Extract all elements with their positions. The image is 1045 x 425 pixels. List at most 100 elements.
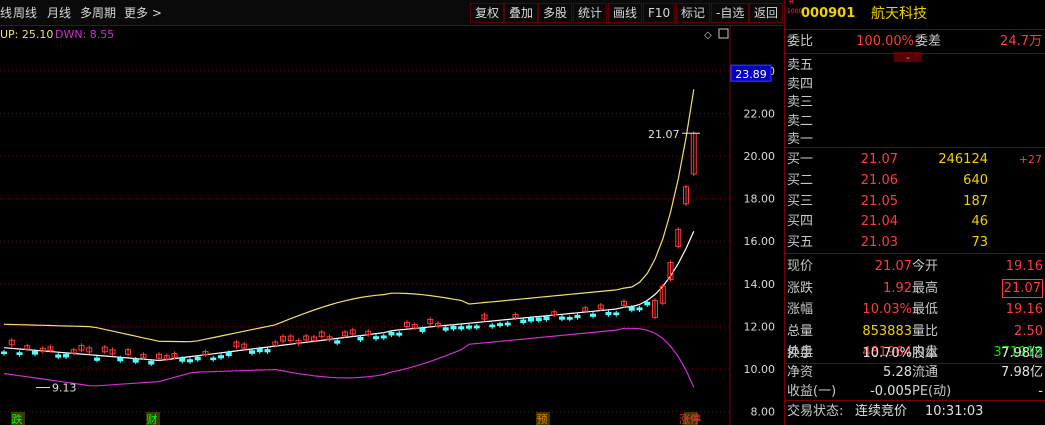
candle-body[interactable]	[179, 357, 186, 362]
candle-body[interactable]	[644, 301, 651, 306]
candle-body[interactable]	[574, 314, 581, 319]
buy-level-row[interactable]: 买四 21.04 46	[785, 211, 1045, 232]
restore-rights-button[interactable]: 复权	[470, 3, 505, 23]
buy-level-label: 买二	[787, 172, 814, 188]
candle-body[interactable]	[458, 326, 465, 330]
more-menu-button[interactable]: 更多 >	[124, 4, 162, 22]
candle-body[interactable]	[32, 350, 38, 355]
candle-body[interactable]	[613, 312, 620, 316]
candle-body[interactable]	[334, 340, 341, 344]
stat-value: 21.07	[874, 259, 912, 274]
candle-body[interactable]	[187, 359, 193, 363]
candle-body[interactable]	[450, 325, 457, 330]
mid-band-line	[3, 230, 695, 362]
candle-body[interactable]	[380, 335, 387, 339]
candle-body[interactable]	[249, 350, 255, 354]
candle-body[interactable]	[357, 336, 364, 341]
tab-multi-period[interactable]: 多周期	[80, 4, 116, 22]
draw-line-button[interactable]: 画线	[608, 3, 643, 23]
candle-body[interactable]	[210, 357, 217, 361]
candle-body[interactable]	[373, 336, 379, 340]
window-icon[interactable]	[718, 28, 729, 39]
candle-body[interactable]	[388, 331, 395, 336]
buy-level-row[interactable]: 买三 21.05 187	[785, 191, 1045, 212]
sell-level-row[interactable]: 卖二	[785, 112, 1045, 131]
stat-value: 19.16	[1005, 259, 1043, 274]
multi-stock-button[interactable]: 多股	[538, 3, 573, 23]
mark-button[interactable]: 标记	[676, 3, 711, 23]
stock-name[interactable]: 航天科技	[871, 2, 927, 26]
badge-1000: 1000	[787, 8, 803, 15]
candle-body[interactable]	[605, 311, 612, 316]
stat-label: 今开	[912, 259, 939, 274]
weibi-value: 100.00%	[856, 34, 914, 49]
quote-panel: R 1000 000901 航天科技 委比 100.00% 委差 24.7万 ⌄…	[784, 0, 1045, 425]
buy-level-label: 买五	[787, 235, 814, 251]
candle-body[interactable]	[566, 317, 573, 320]
stock-header: R 1000 000901 航天科技	[785, 0, 1045, 26]
tab-day-line[interactable]: 线	[0, 4, 12, 22]
y-tick-label: 12.00	[744, 320, 776, 333]
tab-week-line[interactable]: 周线	[13, 4, 37, 22]
y-tick-label: 18.00	[744, 193, 776, 206]
stat-label: 流通	[912, 365, 939, 380]
remove-watchlist-button[interactable]: -自选	[711, 3, 750, 23]
back-button[interactable]: 返回	[749, 3, 784, 23]
stats2-row: 净资 5.28 流通 7.98亿	[785, 362, 1045, 383]
candle-body[interactable]	[590, 313, 596, 317]
candle-body[interactable]	[396, 332, 403, 336]
tab-month-line[interactable]: 月线	[47, 4, 71, 22]
f10-button[interactable]: F10	[643, 3, 676, 23]
stat-label: 涨跌	[787, 280, 814, 296]
candle-body[interactable]	[256, 348, 263, 353]
kline-chart[interactable]: UP: 25.10 DWN: 8.55 24.0022.0020.0018.00…	[0, 26, 783, 425]
buy-level-label: 买一	[787, 152, 814, 167]
candle-body[interactable]	[535, 317, 542, 322]
stat-label: 量比	[912, 323, 939, 339]
candle-body[interactable]	[559, 316, 565, 320]
candle-body[interactable]	[442, 327, 449, 331]
buy-level-row[interactable]: 买五 21.03 73	[785, 232, 1045, 253]
trade-status-time: 10:31:03	[925, 404, 984, 419]
candle-body[interactable]	[218, 355, 224, 359]
buy-level-price: 21.03	[860, 235, 898, 251]
candle-body[interactable]	[636, 307, 643, 311]
candle-body[interactable]	[55, 354, 62, 358]
candle-body[interactable]	[117, 357, 124, 362]
buy-level-row[interactable]: 买二 21.06 640	[785, 170, 1045, 191]
candle-body[interactable]	[225, 352, 232, 356]
candle-body[interactable]	[419, 327, 426, 332]
candle-body[interactable]	[194, 356, 201, 361]
stock-code: 000901	[801, 6, 856, 21]
sell-level-row[interactable]: 卖三	[785, 93, 1045, 112]
diamond-icon[interactable]: ◇	[704, 30, 712, 41]
candle-body[interactable]	[497, 323, 503, 327]
buy-level-row[interactable]: 买一 21.07 246124 +27	[785, 149, 1045, 170]
candle-body[interactable]	[489, 324, 496, 328]
candle-body[interactable]	[504, 322, 511, 326]
event-marker-label: 预	[537, 413, 548, 425]
candle-body[interactable]	[148, 360, 155, 365]
overlay-button[interactable]: 叠加	[504, 3, 539, 23]
candle-body[interactable]	[543, 316, 550, 321]
weibi-label: 委比	[787, 34, 814, 49]
candle-body[interactable]	[466, 325, 472, 329]
candle-body[interactable]	[473, 325, 480, 329]
sell-level-row[interactable]: 卖四	[785, 75, 1045, 94]
buy-level-label: 买三	[787, 193, 814, 209]
sell-level-row[interactable]: 卖五	[785, 56, 1045, 75]
candle-body[interactable]	[1, 351, 7, 355]
candle-body[interactable]	[520, 319, 527, 324]
candle-body[interactable]	[132, 358, 139, 363]
stat-value: 853883	[862, 323, 912, 339]
statistics-button[interactable]: 统计	[573, 3, 608, 23]
candle-body[interactable]	[94, 357, 100, 361]
candle-body[interactable]	[264, 349, 271, 353]
candle-body[interactable]	[63, 353, 69, 358]
stat-label: 收益(一)	[787, 384, 837, 399]
candle-body[interactable]	[16, 352, 23, 356]
stat-value: 10.70%	[862, 346, 912, 361]
candle-body[interactable]	[628, 306, 635, 311]
stat-value: 1.92	[883, 280, 912, 296]
candle-body[interactable]	[528, 317, 534, 322]
